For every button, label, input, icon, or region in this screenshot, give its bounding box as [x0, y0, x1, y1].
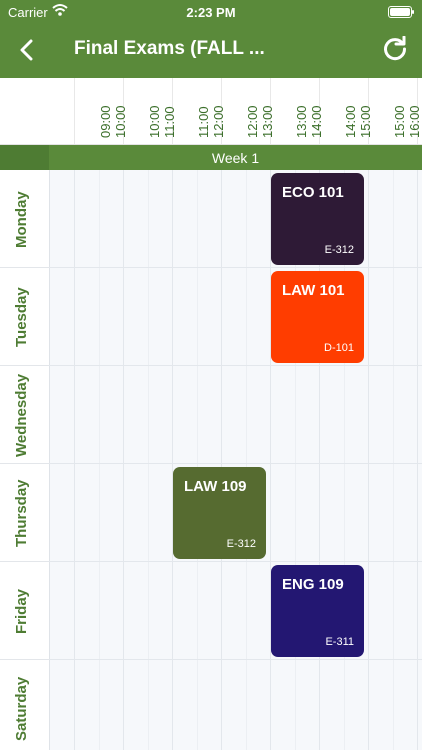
navigation-bar: Final Exams (FALL ...: [0, 24, 422, 78]
grid-line-horizontal: [49, 365, 422, 366]
schedule-grid[interactable]: Monday Tuesday Wednesday Thursday Friday Satu…: [0, 170, 422, 750]
grid-line-minor: [99, 170, 100, 750]
exam-room: D-101: [324, 342, 354, 354]
day-label: Saturday: [13, 676, 30, 741]
exam-event-law-109[interactable]: LAW 109 E-312: [173, 467, 266, 559]
page-title: Final Exams (FALL ...: [74, 38, 265, 59]
exam-course-code: ECO 101: [282, 184, 344, 201]
time-slot-start: 13:00: [294, 105, 309, 138]
time-slot-5: 14:00 15:00: [319, 78, 373, 144]
exam-room: E-312: [324, 244, 354, 256]
grid-line-vertical: [74, 170, 75, 750]
grid-line-horizontal: [49, 267, 422, 268]
grid-line-minor: [197, 170, 198, 750]
grid-line-minor: [393, 170, 394, 750]
day-row-thursday: Thursday: [0, 464, 49, 562]
time-slot-start: 11:00: [196, 106, 211, 138]
time-slot-start: 12:00: [245, 105, 260, 138]
time-header-corner: [0, 78, 75, 144]
grid-line-horizontal: [49, 659, 422, 660]
exam-room: E-312: [226, 538, 256, 550]
time-slot-start: 10:00: [147, 105, 162, 138]
grid-line-vertical: [417, 170, 418, 750]
day-row-monday: Monday: [0, 170, 49, 268]
grid-line-vertical: [221, 170, 222, 750]
day-row-tuesday: Tuesday: [0, 268, 49, 366]
time-slot-0: 09:00 10:00: [74, 78, 128, 144]
time-slot-2: 11:00 12:00: [172, 78, 226, 144]
day-row-friday: Friday: [0, 562, 49, 660]
time-slot-header: 09:00 10:00 10:00 11:00 11:00 12:00 12:00 13:00…: [0, 78, 422, 145]
time-slot-4: 13:00 14:00: [270, 78, 324, 144]
time-slot-start: 14:00: [343, 105, 358, 138]
time-slot-3: 12:00 13:00: [221, 78, 275, 144]
grid-line-vertical: [123, 170, 124, 750]
time-slot-6: 15:00 16:00: [368, 78, 422, 144]
status-bar: Carrier 2:23 PM: [0, 0, 422, 24]
refresh-icon: [384, 36, 407, 61]
exam-event-law-101[interactable]: LAW 101 D-101: [271, 271, 364, 363]
time-slot-start: 15:00: [392, 105, 407, 138]
time-slot-start: 09:00: [98, 105, 113, 138]
chevron-left-icon: [20, 39, 33, 61]
day-label: Wednesday: [13, 373, 30, 457]
day-label: Thursday: [13, 479, 30, 547]
grid-line-vertical: [368, 170, 369, 750]
refresh-button[interactable]: [380, 34, 410, 64]
day-row-saturday: Saturday: [0, 660, 49, 750]
exam-course-code: LAW 101: [282, 282, 345, 299]
exam-room: E-311: [325, 636, 354, 648]
exam-event-eng-109[interactable]: ENG 109 E-311: [271, 565, 364, 657]
day-column: Monday Tuesday Wednesday Thursday Friday Satu…: [0, 170, 50, 750]
grid-line-minor: [246, 170, 247, 750]
day-label: Tuesday: [13, 287, 30, 347]
time-slot-1: 10:00 11:00: [123, 78, 177, 144]
grid-line-minor: [148, 170, 149, 750]
status-time: 2:23 PM: [186, 5, 236, 20]
exam-course-code: ENG 109: [282, 576, 344, 593]
exam-course-code: LAW 109: [184, 478, 247, 495]
week-label: Week 1: [211, 150, 260, 166]
time-slot-label: 15:00 16:00: [392, 105, 422, 138]
back-button[interactable]: [12, 36, 40, 64]
day-row-wednesday: Wednesday: [0, 366, 49, 464]
week-bar: Week 1: [0, 145, 422, 170]
day-label: Monday: [13, 191, 30, 248]
grid-line-horizontal: [49, 561, 422, 562]
grid-line-horizontal: [49, 463, 422, 464]
day-label: Friday: [13, 588, 30, 634]
exam-event-eco-101[interactable]: ECO 101 E-312: [271, 173, 364, 265]
grid-line-vertical: [172, 170, 173, 750]
app-header: Carrier 2:23 PM Final Exams (FALL ...: [0, 0, 422, 78]
battery-icon: [388, 6, 414, 18]
week-bar-corner: [0, 145, 49, 170]
time-slot-end: 16:00: [407, 105, 422, 138]
